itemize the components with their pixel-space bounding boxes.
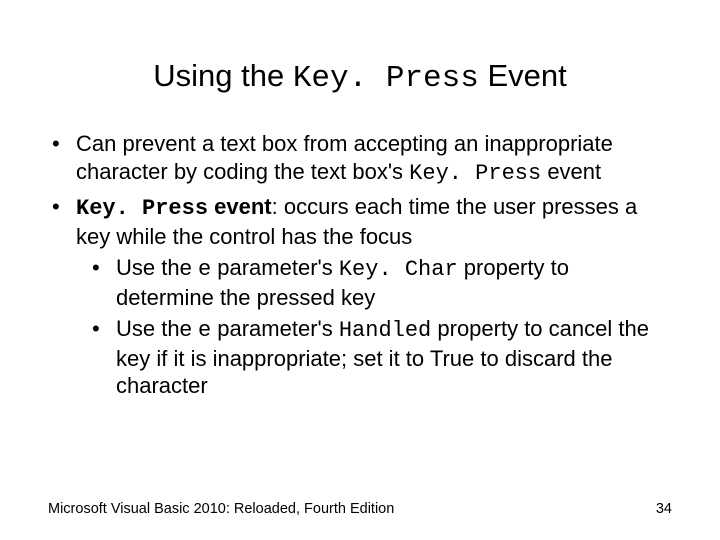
text-run: e bbox=[198, 318, 211, 343]
text-run: Use the bbox=[116, 255, 198, 280]
title-suffix: Event bbox=[479, 58, 567, 93]
text-run: Use the bbox=[116, 316, 198, 341]
text-run: parameter's bbox=[211, 255, 339, 280]
list-item: Use the e parameter's Handled property t… bbox=[88, 315, 672, 400]
sub-bullet-list: Use the e parameter's Key. Char property… bbox=[76, 254, 672, 400]
footer-left: Microsoft Visual Basic 2010: Reloaded, F… bbox=[48, 501, 394, 517]
text-run: e bbox=[198, 257, 211, 282]
text-run: Key. Char bbox=[339, 257, 458, 282]
list-item: Use the e parameter's Key. Char property… bbox=[88, 254, 672, 311]
title-mono: Key. Press bbox=[293, 61, 479, 96]
text-run: Key. Press bbox=[76, 196, 208, 221]
slide-body: Can prevent a text box from accepting an… bbox=[48, 130, 672, 406]
slide-title: Using the Key. Press Event bbox=[0, 58, 720, 96]
text-run: parameter's bbox=[211, 316, 339, 341]
slide: Using the Key. Press Event Can prevent a… bbox=[0, 0, 720, 540]
list-item: Can prevent a text box from accepting an… bbox=[48, 130, 672, 187]
text-run: event bbox=[208, 194, 272, 219]
text-run: Handled bbox=[339, 318, 431, 343]
title-prefix: Using the bbox=[153, 58, 293, 93]
list-item: Key. Press event: occurs each time the u… bbox=[48, 193, 672, 400]
text-run: event bbox=[541, 159, 601, 184]
page-number: 34 bbox=[656, 501, 672, 517]
bullet-list: Can prevent a text box from accepting an… bbox=[48, 130, 672, 400]
text-run: Key. Press bbox=[409, 161, 541, 186]
